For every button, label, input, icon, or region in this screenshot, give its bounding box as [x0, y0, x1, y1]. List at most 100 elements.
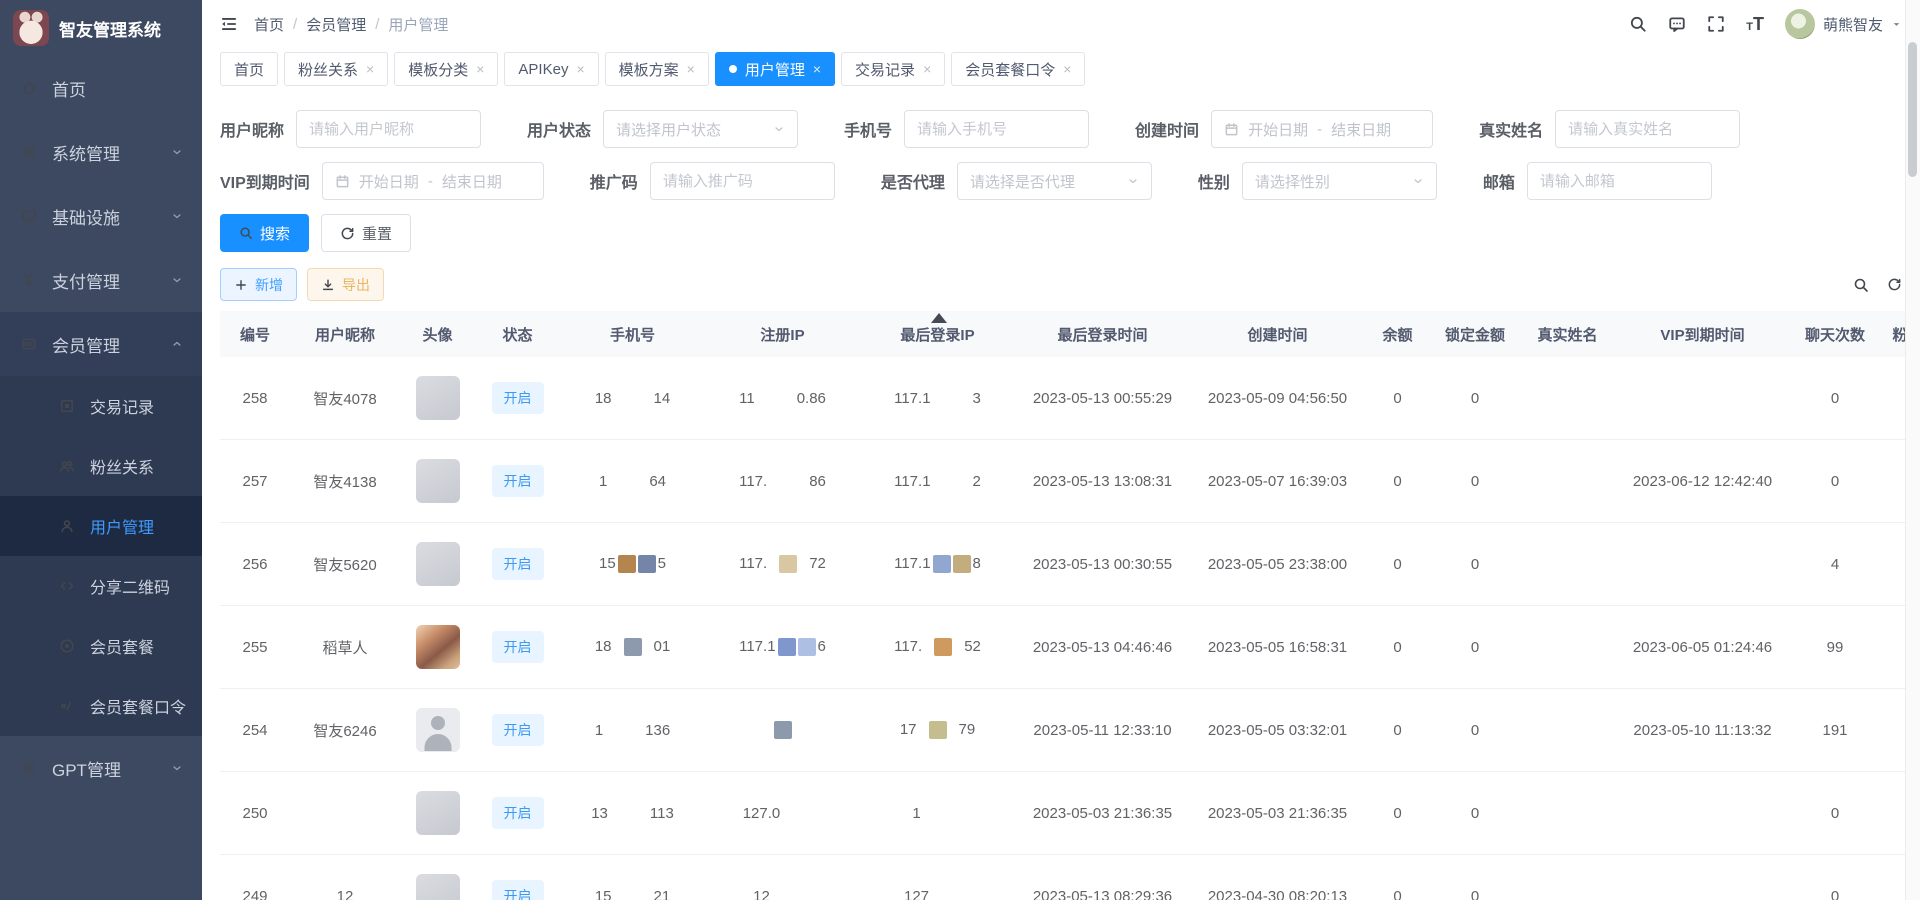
tab-home[interactable]: 首页 [220, 52, 278, 86]
table-search-icon[interactable] [1853, 277, 1869, 293]
cell-locked: 0 [1430, 722, 1520, 739]
sidebar-item-label: 会员管理 [52, 332, 120, 357]
close-tab-icon[interactable]: × [476, 62, 484, 76]
cell-id: 254 [220, 722, 290, 739]
daterange-start: 开始日期 [1248, 119, 1308, 140]
toolbar-icons [1853, 277, 1902, 293]
column-header-phone: 手机号 [560, 324, 705, 345]
value-fragment: 1 [912, 805, 920, 822]
sidebar-item-gpt-management[interactable]: GPT管理 [0, 736, 202, 800]
tab-label: 模板分类 [408, 59, 468, 80]
value-fragment: 117. [894, 638, 922, 655]
cell-balance: 0 [1365, 888, 1430, 900]
export-button[interactable]: 导出 [307, 268, 384, 301]
cell-balance: 0 [1365, 639, 1430, 656]
message-icon[interactable] [1668, 15, 1686, 33]
sidebar-item-transaction-records[interactable]: 交易记录 [0, 376, 202, 436]
breadcrumb-item[interactable]: 会员管理 [306, 14, 366, 35]
font-size-icon[interactable]: TT [1746, 15, 1764, 33]
filter-user-status: 用户状态请选择用户状态 [527, 110, 798, 148]
close-tab-icon[interactable]: × [576, 62, 584, 76]
cell-phone: 1814 [560, 390, 705, 407]
close-tab-icon[interactable]: × [687, 62, 695, 76]
close-tab-icon[interactable]: × [923, 62, 931, 76]
tab-template-category[interactable]: 模板分类 × [394, 52, 498, 86]
close-tab-icon[interactable]: × [813, 62, 821, 76]
sidebar-item-label: 基础设施 [52, 204, 120, 229]
cell-balance: 0 [1365, 556, 1430, 573]
filter-nickname: 用户昵称 [220, 110, 481, 148]
cell-balance: 0 [1365, 390, 1430, 407]
tab-member-package-code[interactable]: 会员套餐口令 × [951, 52, 1085, 86]
user-menu[interactable]: 萌熊智友 [1785, 9, 1902, 39]
sidebar-item-infrastructure[interactable]: 基础设施 [0, 184, 202, 248]
filter-label: VIP到期时间 [220, 169, 310, 193]
user-status-select[interactable]: 请选择用户状态 [603, 110, 798, 148]
nickname-input[interactable] [296, 110, 481, 148]
created-time-daterange[interactable]: 开始日期-结束日期 [1211, 110, 1433, 148]
is-agent-select[interactable]: 请选择是否代理 [957, 162, 1152, 200]
sidebar-item-member-package[interactable]: 会员套餐 [0, 616, 202, 676]
tab-apikey[interactable]: APIKey× [504, 52, 598, 86]
column-header-vip_expire: VIP到期时间 [1615, 324, 1790, 345]
sidebar-item-user-management[interactable]: 用户管理 [0, 496, 202, 556]
search-icon[interactable] [1629, 15, 1647, 33]
column-header-avatar: 头像 [400, 324, 475, 345]
sidebar-item-label: 系统管理 [52, 140, 120, 165]
close-tab-icon[interactable]: × [1063, 62, 1071, 76]
value-fragment: 127.0 [743, 805, 781, 822]
cell-status: 开启 [475, 382, 560, 414]
tab-user-management[interactable]: 用户管理× [715, 52, 835, 86]
real-name-input[interactable] [1555, 110, 1740, 148]
main-area: 首页/会员管理/用户管理 TT萌熊智友 首页粉丝关系×模板分类×APIKey×模… [202, 0, 1920, 900]
cell-last_login: 2023-05-13 04:46:46 [1015, 639, 1190, 656]
card-icon [19, 334, 39, 354]
value-fragment: 117.1 [894, 555, 930, 572]
filter-label: 真实姓名 [1479, 117, 1543, 141]
filter-actions: 搜索 重置 [220, 214, 1902, 252]
sidebar-item-system-management[interactable]: 系统管理 [0, 120, 202, 184]
vip-expire-time-daterange[interactable]: 开始日期-结束日期 [322, 162, 544, 200]
close-tab-icon[interactable]: × [366, 62, 374, 76]
user-table: 编号用户昵称头像状态手机号注册IP最后登录IP最后登录时间创建时间余额锁定金额真… [220, 311, 1920, 900]
censored-gap [612, 638, 654, 656]
scrollbar-thumb[interactable] [1908, 42, 1917, 177]
sidebar-item-member-package-code[interactable]: 会员套餐口令 [0, 676, 202, 736]
select-placeholder: 请选择性别 [1255, 171, 1330, 192]
tab-template-plan[interactable]: 模板方案× [605, 52, 709, 86]
email-input[interactable] [1527, 162, 1712, 200]
reset-button[interactable]: 重置 [321, 214, 411, 252]
sidebar-item-share-qrcode[interactable]: 分享二维码 [0, 556, 202, 616]
value-fragment: 117. [739, 473, 767, 490]
gender-select[interactable]: 请选择性别 [1242, 162, 1437, 200]
sidebar-item-fan-relations[interactable]: 粉丝关系 [0, 436, 202, 496]
filter-label: 推广码 [590, 169, 638, 193]
cell-reg_ip: 127.0 [705, 805, 860, 822]
vertical-scrollbar[interactable] [1905, 0, 1920, 900]
fullscreen-icon[interactable] [1707, 15, 1725, 33]
chevron-down-icon [171, 146, 183, 158]
phone-input[interactable] [904, 110, 1089, 148]
cell-locked: 0 [1430, 888, 1520, 900]
mosaic-patch [934, 638, 952, 656]
tab-label: 首页 [234, 59, 264, 80]
sidebar-item-payment-management[interactable]: 支付管理 [0, 248, 202, 312]
tab-transaction-records[interactable]: 交易记录× [841, 52, 945, 86]
search-button[interactable]: 搜索 [220, 214, 309, 252]
promo-code-input[interactable] [650, 162, 835, 200]
tab-fan-relations[interactable]: 粉丝关系× [284, 52, 388, 86]
sidebar-item-member-management[interactable]: 会员管理 [0, 312, 202, 376]
add-button[interactable]: 新增 [220, 268, 297, 301]
breadcrumb-item[interactable]: 首页 [254, 14, 284, 35]
cell-last_ip: 117.52 [860, 638, 1015, 656]
tab-label: 会员套餐口令 [965, 59, 1055, 80]
sidebar-item-label: 分享二维码 [90, 574, 170, 598]
table-refresh-icon[interactable] [1887, 277, 1902, 292]
collapse-sidebar-icon[interactable] [220, 15, 238, 33]
user-avatar-image [416, 376, 460, 420]
cell-status: 开启 [475, 714, 560, 746]
value-fragment: 0.86 [797, 390, 826, 407]
users-icon [57, 456, 77, 476]
sidebar-item-home[interactable]: 首页 [0, 56, 202, 120]
value-fragment: 18 [595, 390, 612, 407]
